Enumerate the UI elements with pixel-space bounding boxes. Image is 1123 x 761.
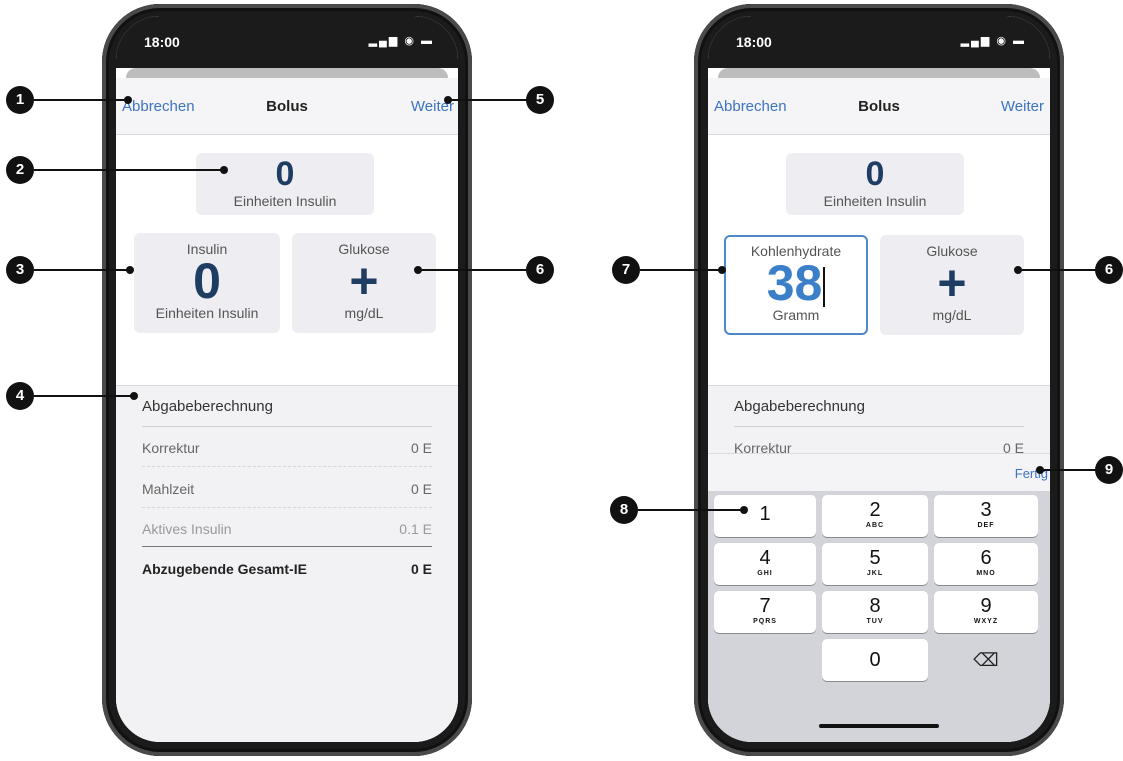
calc-row-label: Korrektur [142, 440, 200, 456]
callout-6: 6 [1095, 256, 1123, 284]
key-2[interactable]: 2 ABC [822, 495, 928, 537]
callout-dot [124, 96, 132, 104]
callout-line [1040, 469, 1097, 471]
callout-dot [444, 96, 452, 104]
callout-9: 9 [1095, 456, 1123, 484]
carbs-unit: Gramm [772, 307, 820, 323]
calculation-title: Abgabeberechnung [142, 398, 273, 415]
status-icons: ▂▄▆ ◉ ▬ [960, 35, 1026, 47]
navigation-bar: Abbrechen Bolus Weiter [116, 78, 458, 135]
glucose-plus-icon: + [937, 255, 967, 311]
calc-total-label: Abzugebende Gesamt-IE [142, 561, 307, 577]
glucose-input-box[interactable]: Glukose + mg/dL [880, 235, 1024, 335]
numeric-keypad: 1 2 ABC 3 DEF 4 GHI 5 JKL 6 MNO 7 PQRS 8 TUV 9W… [708, 491, 1050, 742]
callout-dot [220, 166, 228, 174]
calc-row-label: Aktives Insulin [142, 521, 232, 537]
bolus-sheet: Abbrechen Bolus Weiter 0 Einheiten Insul… [708, 78, 1050, 742]
total-insulin-value: 0 [275, 155, 295, 193]
total-insulin-value: 0 [865, 155, 885, 193]
glucose-plus-icon: + [349, 253, 379, 309]
calc-row-meal: Mahlzeit 0 E [142, 481, 432, 497]
callout-line [1018, 269, 1097, 271]
callout-1: 1 [6, 86, 34, 114]
callout-7: 7 [612, 256, 640, 284]
callout-dot [1014, 266, 1022, 274]
insulin-input-box[interactable]: Insulin 0 Einheiten Insulin [134, 233, 280, 333]
callout-3: 3 [6, 256, 34, 284]
total-insulin-unit: Einheiten Insulin [233, 193, 337, 209]
bolus-content: 0 Einheiten Insulin Insulin 0 Einheiten … [116, 135, 458, 385]
callout-dot [414, 266, 422, 274]
carbs-input-box[interactable]: Kohlenhydrate 38 Gramm [724, 235, 868, 335]
bolus-sheet: Abbrechen Bolus Weiter 0 Einheiten Insul… [116, 78, 458, 742]
callout-2: 2 [6, 156, 34, 184]
callout-dot [718, 266, 726, 274]
callout-line [638, 509, 744, 511]
phone-right: 18:00 ▂▄▆ ◉ ▬ Abbrechen Bolus Weiter 0 E… [694, 4, 1064, 756]
carbs-value: 38 [766, 255, 823, 311]
calc-row-label: Mahlzeit [142, 481, 195, 497]
calc-total-value: 0 E [410, 561, 432, 577]
calculation-title: Abgabeberechnung [734, 398, 865, 415]
key-8[interactable]: 8 TUV [822, 591, 928, 633]
phone-left: 18:00 ▂▄▆ ◉ ▬ Abbrechen Bolus Weiter 0 E… [102, 4, 472, 756]
status-time: 18:00 [736, 34, 772, 50]
callout-line [34, 395, 134, 397]
calculation-section: Abgabeberechnung Korrektur 0 E Mahlzeit … [116, 385, 458, 742]
phone-left-screen: 18:00 ▂▄▆ ◉ ▬ Abbrechen Bolus Weiter 0 E… [116, 16, 458, 742]
phone-right-screen: 18:00 ▂▄▆ ◉ ▬ Abbrechen Bolus Weiter 0 E… [708, 16, 1050, 742]
calc-row-active-insulin: Aktives Insulin 0.1 E [142, 521, 432, 537]
bolus-content: 0 Einheiten Insulin Kohlenhydrate 38 Gra… [708, 135, 1050, 385]
callout-line [34, 99, 128, 101]
status-icons: ▂▄▆ ◉ ▬ [368, 35, 434, 47]
callout-dot [130, 392, 138, 400]
key-7[interactable]: 7 PQRS [714, 591, 816, 633]
callout-dot [740, 506, 748, 514]
calc-row-total: Abzugebende Gesamt-IE 0 E [142, 561, 432, 577]
calc-row-value: 0 E [410, 440, 432, 456]
key-4[interactable]: 4 GHI [714, 543, 816, 585]
backspace-icon[interactable]: ⌫ [934, 639, 1038, 681]
total-insulin-display: 0 Einheiten Insulin [196, 153, 374, 215]
callout-line [448, 99, 528, 101]
glucose-unit: mg/dL [932, 307, 972, 323]
callout-dot [1036, 466, 1044, 474]
text-cursor [823, 266, 826, 307]
glucose-input-box[interactable]: Glukose + mg/dL [292, 233, 436, 333]
key-9[interactable]: 9 WXYZ [934, 591, 1038, 633]
next-button[interactable]: Weiter [1001, 98, 1044, 115]
callout-line [418, 269, 528, 271]
navigation-bar: Abbrechen Bolus Weiter [708, 78, 1050, 135]
total-insulin-display: 0 Einheiten Insulin [786, 153, 964, 215]
callout-line [34, 169, 224, 171]
keyboard-toolbar: Fertig [708, 453, 1050, 492]
key-3[interactable]: 3 DEF [934, 495, 1038, 537]
callout-4: 4 [6, 382, 34, 410]
calc-row-value: 0.1 E [399, 521, 432, 537]
home-indicator[interactable] [819, 724, 939, 728]
status-time: 18:00 [144, 34, 180, 50]
cancel-button[interactable]: Abbrechen [714, 98, 787, 115]
callout-line [34, 269, 130, 271]
callout-6: 6 [526, 256, 554, 284]
calc-row-value: 0 E [410, 481, 432, 497]
key-0[interactable]: 0 [822, 639, 928, 681]
total-insulin-unit: Einheiten Insulin [823, 193, 927, 209]
insulin-unit: Einheiten Insulin [155, 305, 259, 321]
insulin-value: 0 [193, 253, 221, 309]
key-5[interactable]: 5 JKL [822, 543, 928, 585]
glucose-unit: mg/dL [344, 305, 384, 321]
callout-5: 5 [526, 86, 554, 114]
calc-row-correction: Korrektur 0 E [142, 440, 432, 456]
callout-dot [126, 266, 134, 274]
callout-line [640, 269, 722, 271]
cancel-button[interactable]: Abbrechen [122, 98, 195, 115]
callout-8: 8 [610, 496, 638, 524]
key-1[interactable]: 1 [714, 495, 816, 537]
key-6[interactable]: 6 MNO [934, 543, 1038, 585]
